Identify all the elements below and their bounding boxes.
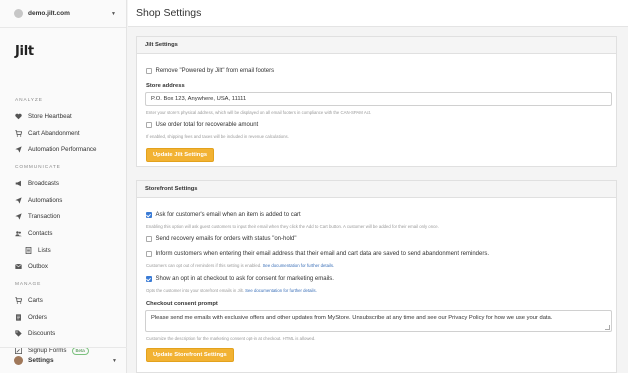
receipt-icon (15, 213, 22, 220)
send-on-hold-checkbox[interactable] (146, 236, 152, 242)
help-text: Opts the customer into your storefront e… (146, 288, 244, 293)
page-title: Shop Settings (136, 7, 202, 19)
checkbox-label: Remove "Powered by Jilt" from email foot… (155, 68, 275, 74)
use-order-total-checkbox[interactable] (146, 122, 152, 128)
nav-section-communicate: Communicate Broadcasts Automations Trans… (0, 165, 126, 275)
send-on-hold-option[interactable]: Send recovery emails for orders with sta… (146, 236, 297, 242)
update-storefront-settings-button[interactable]: Update Storefront Settings (146, 348, 234, 362)
top-bar: Shop Settings (128, 0, 628, 27)
megaphone-icon (15, 180, 22, 187)
sidebar-item-store-heartbeat[interactable]: Store Heartbeat (0, 108, 126, 125)
sidebar-item-label: Discounts (28, 330, 56, 338)
main-content: Shop Settings Jilt Settings Remove "Powe… (128, 0, 628, 373)
settings-label: Settings (28, 357, 54, 364)
checkbox-label: Ask for customer's email when an item is… (155, 212, 301, 218)
sidebar-item-cart-abandonment[interactable]: Cart Abandonment (0, 125, 126, 142)
chevron-down-icon: ▼ (111, 10, 116, 17)
sidebar-item-label: Outbox (28, 263, 48, 271)
store-name: demo.jilt.com (28, 10, 70, 17)
sidebar-item-label: Transaction (28, 213, 61, 221)
opt-in-checkbox[interactable] (146, 276, 152, 282)
remove-powered-by-checkbox[interactable] (146, 68, 152, 74)
inform-customers-option[interactable]: Inform customers when entering their ema… (146, 251, 489, 257)
use-order-total-help: If enabled, shipping fees and taxes will… (146, 134, 289, 139)
sidebar-item-orders[interactable]: Orders (0, 309, 126, 326)
cart-icon (15, 129, 22, 137)
sidebar-item-label: Carts (28, 297, 43, 305)
sidebar-item-label: Automation Performance (28, 146, 97, 154)
sidebar-item-automations[interactable]: Automations (0, 192, 126, 209)
chevron-down-icon: ▼ (112, 357, 117, 364)
tag-icon (15, 330, 22, 338)
section-label-communicate: Communicate (15, 165, 61, 171)
sidebar-item-automation-performance[interactable]: Automation Performance (0, 141, 126, 158)
card-title: Storefront Settings (137, 181, 616, 198)
nav-section-analyze: Analyze Store Heartbeat Cart Abandonment… (0, 98, 126, 158)
cart-icon (15, 297, 22, 304)
remove-powered-by-option[interactable]: Remove "Powered by Jilt" from email foot… (146, 68, 274, 74)
sidebar-item-label: Contacts (28, 229, 53, 237)
paper-plane-icon (15, 196, 22, 204)
storefront-settings-card: Storefront Settings Ask for customer's e… (136, 180, 617, 373)
store-switcher[interactable]: demo.jilt.com ▼ (0, 0, 126, 28)
list-icon (25, 246, 32, 254)
sidebar-item-label: Cart Abandonment (28, 129, 80, 137)
opt-in-option[interactable]: Show an opt in at checkout to ask for co… (146, 276, 334, 282)
jilt-logo: Jilt (15, 44, 34, 59)
sidebar-item-label: Store Heartbeat (28, 112, 72, 120)
sidebar-item-contacts[interactable]: Contacts (0, 225, 126, 242)
help-text: Customers can opt out of reminders if th… (146, 263, 262, 268)
store-address-help: Enter your store's physical address, whi… (146, 110, 372, 115)
checkbox-label: Send recovery emails for orders with sta… (155, 236, 297, 242)
jilt-settings-card: Jilt Settings Remove "Powered by Jilt" f… (136, 36, 617, 167)
store-avatar (14, 9, 23, 18)
store-address-label: Store address (146, 83, 185, 89)
checkbox-label: Show an opt in at checkout to ask for co… (155, 276, 334, 282)
ask-email-checkbox[interactable] (146, 212, 152, 218)
section-label-manage: Manage (15, 282, 42, 288)
sidebar-item-label: Broadcasts (28, 179, 59, 187)
sidebar-item-outbox[interactable]: Outbox (0, 259, 126, 276)
documentation-link[interactable]: See documentation for further details. (245, 288, 317, 293)
envelope-icon (15, 263, 22, 270)
ask-email-option[interactable]: Ask for customer's email when an item is… (146, 212, 301, 218)
sidebar-item-label: Automations (28, 196, 63, 204)
documentation-link[interactable]: See documentation for further details. (263, 263, 335, 268)
store-address-input[interactable]: P.O. Box 123, Anywhere, USA, 11111 (145, 92, 612, 106)
users-icon (15, 230, 22, 237)
consent-prompt-help: Customize the description for the market… (146, 336, 316, 341)
ask-email-help: Enabling this option will ask guest cust… (146, 224, 439, 229)
sidebar-item-lists[interactable]: Lists (0, 242, 126, 259)
inform-customers-help: Customers can opt out of reminders if th… (146, 263, 334, 268)
opt-in-help: Opts the customer into your storefront e… (146, 288, 317, 293)
consent-prompt-textarea[interactable]: Please send me emails with exclusive off… (145, 310, 612, 332)
checkbox-label: Inform customers when entering their ema… (155, 251, 490, 257)
sidebar-item-discounts[interactable]: Discounts (0, 326, 126, 343)
paper-plane-icon (15, 146, 22, 153)
inform-customers-checkbox[interactable] (146, 251, 152, 257)
sidebar: demo.jilt.com ▼ Jilt Analyze Store Heart… (0, 0, 127, 373)
section-label-analyze: Analyze (15, 98, 43, 103)
checkbox-label: Use order total for recoverable amount (155, 122, 259, 128)
settings-menu[interactable]: Settings ▼ (0, 347, 127, 373)
sidebar-item-label: Lists (38, 246, 51, 254)
document-icon (15, 314, 22, 321)
card-title: Jilt Settings (137, 37, 616, 54)
avatar (14, 356, 23, 365)
sidebar-item-transaction[interactable]: Transaction (0, 208, 126, 225)
heart-icon (15, 113, 22, 120)
update-jilt-settings-button[interactable]: Update Jilt Settings (146, 148, 215, 162)
use-order-total-option[interactable]: Use order total for recoverable amount (146, 122, 258, 128)
sidebar-item-label: Orders (28, 313, 47, 321)
consent-prompt-label: Checkout consent prompt (146, 301, 218, 307)
sidebar-item-carts[interactable]: Carts (0, 292, 126, 309)
sidebar-item-broadcasts[interactable]: Broadcasts (0, 175, 126, 192)
